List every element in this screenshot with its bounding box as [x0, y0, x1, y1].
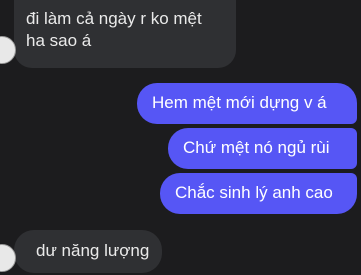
- message-text-line: Hem mệt mới dựng v á: [152, 93, 327, 112]
- outgoing-message-bubble[interactable]: Chắc sinh lý anh cao: [160, 173, 357, 214]
- message-text-line: dư năng lượng: [36, 241, 150, 260]
- chat-thread: đi làm cả ngày r ko mệt ha sao á Hem mệt…: [0, 0, 361, 275]
- message-text-line: đi làm cả ngày r ko mệt: [26, 9, 202, 28]
- outgoing-message-bubble[interactable]: Hem mệt mới dựng v á: [137, 83, 357, 124]
- message-text-line: Chắc sinh lý anh cao: [175, 183, 333, 202]
- message-text-line: ha sao á: [26, 31, 92, 50]
- outgoing-message-bubble[interactable]: Chứ mệt nó ngủ rùi: [168, 128, 357, 169]
- incoming-message-bubble[interactable]: đi làm cả ngày r ko mệt ha sao á: [14, 0, 236, 68]
- incoming-message-bubble[interactable]: dư năng lượng: [14, 230, 162, 273]
- message-text-line: Chứ mệt nó ngủ rùi: [183, 138, 330, 157]
